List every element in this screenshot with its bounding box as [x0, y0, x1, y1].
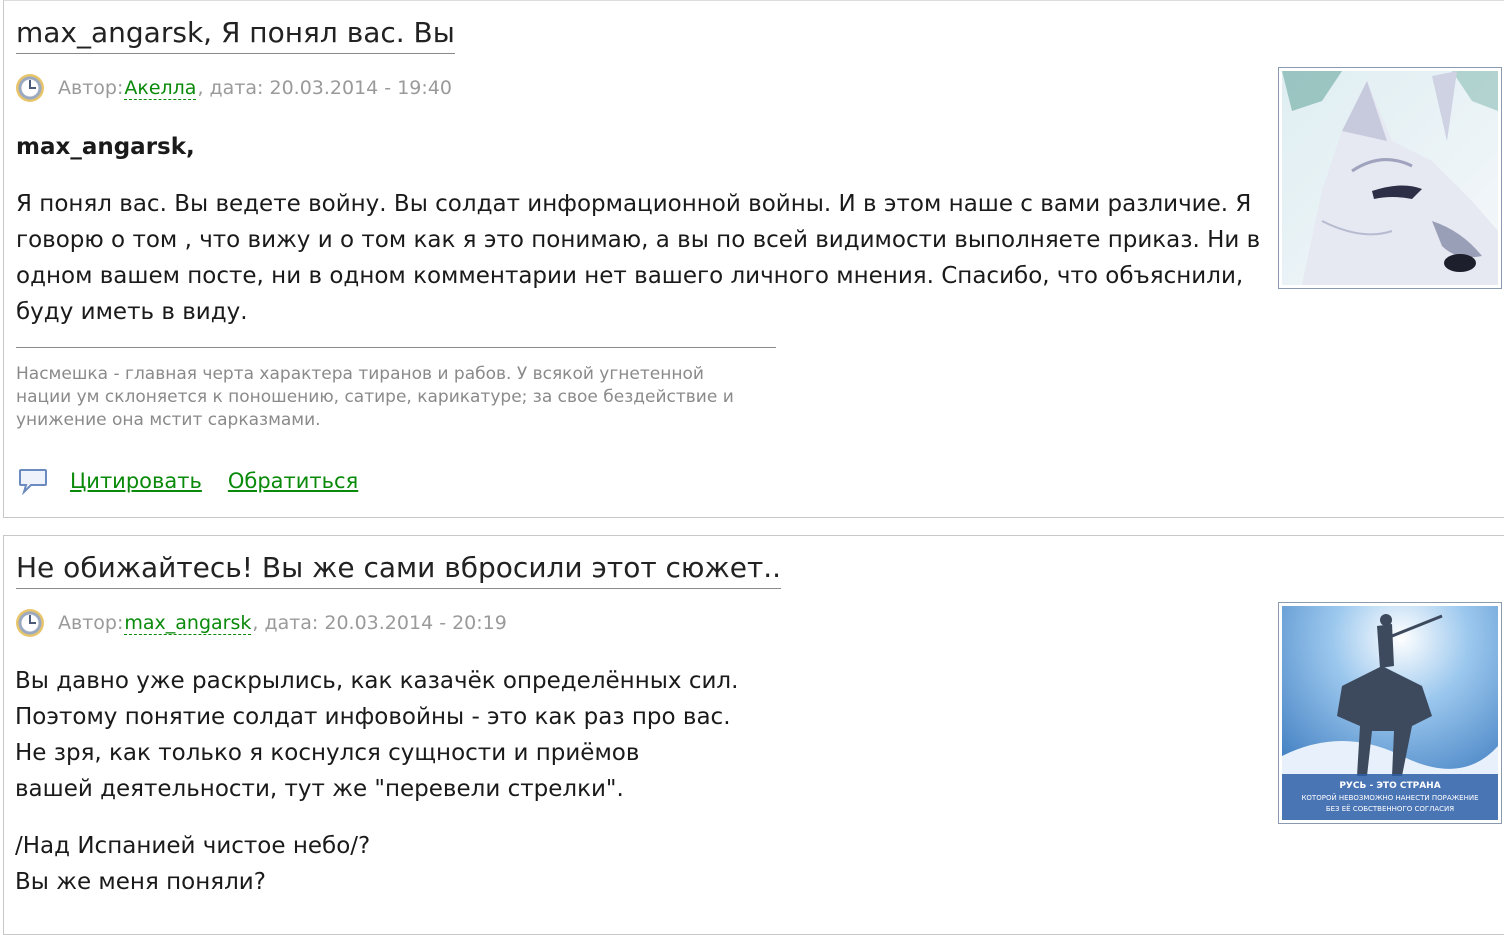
post-body-line: /Над Испанией чистое небо/? — [15, 833, 371, 859]
post-body-line: буду иметь в виду. — [16, 299, 248, 325]
avatar-caption-line: БЕЗ ЕЁ СОБСТВЕННОГО СОГЛАСИЯ — [1326, 804, 1454, 813]
post-title[interactable]: max_angarsk, Я понял вас. Вы — [16, 15, 455, 54]
post-body-line: говорю о том , что вижу и о том как я эт… — [16, 227, 1261, 253]
speech-bubble-icon — [19, 469, 47, 495]
signature-line: унижение она мстит сарказмами. — [16, 410, 321, 430]
horseman-statue-avatar-icon: РУСЬ - ЭТО СТРАНА КОТОРОЙ НЕВОЗМОЖНО НАН… — [1282, 606, 1498, 820]
wolf-avatar-icon — [1282, 71, 1498, 285]
post-title[interactable]: Не обижайтесь! Вы же сами вбросили этот … — [16, 550, 782, 589]
quote-link[interactable]: Цитировать — [70, 469, 202, 493]
avatar[interactable] — [1278, 67, 1502, 289]
post-meta: Автор: max_angarsk , дата: 20.03.2014 - … — [16, 606, 507, 640]
signature-divider — [16, 347, 776, 348]
post-body-line: вашей деятельности, тут же "перевели стр… — [15, 776, 624, 802]
forum-post: max_angarsk, Я понял вас. Вы Автор: Акел… — [3, 0, 1504, 518]
post-body-line: Не зря, как только я коснулся сущности и… — [15, 740, 640, 766]
clock-icon — [16, 609, 44, 637]
signature-line: Насмешка - главная черта характера тиран… — [16, 364, 704, 384]
author-prefix: Автор: — [58, 77, 124, 99]
avatar[interactable]: РУСЬ - ЭТО СТРАНА КОТОРОЙ НЕВОЗМОЖНО НАН… — [1278, 602, 1502, 824]
post-actions: Цитировать Обратиться — [18, 467, 384, 495]
post-date: , дата: 20.03.2014 - 19:40 — [197, 77, 452, 99]
signature: Насмешка - главная черта характера тиран… — [16, 363, 776, 432]
post-meta: Автор: Акелла , дата: 20.03.2014 - 19:40 — [16, 71, 452, 105]
clock-icon — [16, 74, 44, 102]
author-link[interactable]: max_angarsk — [124, 612, 252, 635]
avatar-caption-line: КОТОРОЙ НЕВОЗМОЖНО НАНЕСТИ ПОРАЖЕНИЕ — [1301, 793, 1478, 802]
post-body-line: Я понял вас. Вы ведете войну. Вы солдат … — [16, 191, 1252, 217]
avatar-caption-line: РУСЬ - ЭТО СТРАНА — [1339, 781, 1440, 791]
post-body-line: Вы же меня поняли? — [15, 869, 266, 895]
post-body-line: Поэтому понятие солдат инфовойны - это к… — [15, 704, 731, 730]
post-body: Вы давно уже раскрылись, как казачёк опр… — [15, 663, 738, 807]
post-body-line: Вы давно уже раскрылись, как казачёк опр… — [15, 668, 739, 694]
author-link[interactable]: Акелла — [124, 77, 197, 100]
signature-line: нации ум склоняется к поношению, сатире,… — [16, 387, 734, 407]
post-date: , дата: 20.03.2014 - 20:19 — [252, 612, 507, 634]
post-body-continued: /Над Испанией чистое небо/? Вы же меня п… — [15, 828, 370, 900]
addressee: max_angarsk, — [16, 134, 195, 160]
reply-link[interactable]: Обратиться — [228, 469, 358, 493]
post-body-line: одном вашем посте, ни в одном комментари… — [16, 263, 1244, 289]
author-prefix: Автор: — [58, 612, 124, 634]
post-body: Я понял вас. Вы ведете войну. Вы солдат … — [16, 186, 1266, 330]
